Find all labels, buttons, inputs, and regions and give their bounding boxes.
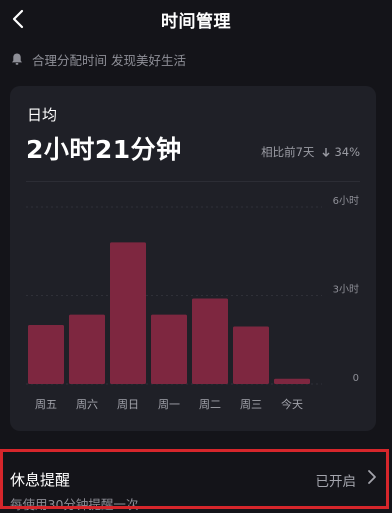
rest-reminder-subtitle: 每使用30分钟提醒一次 — [10, 497, 139, 512]
compare-info: 相比前7天 34% — [261, 144, 360, 160]
y-tick-label: 3小时 — [333, 284, 359, 296]
notice-text: 合理分配时间 发现美好生活 — [32, 52, 186, 68]
x-tick-label: 周日 — [117, 398, 139, 411]
compare-value: 34% — [334, 145, 360, 159]
chevron-right-icon — [368, 470, 376, 484]
bar-周日[interactable] — [110, 242, 146, 384]
page-title: 时间管理 — [161, 12, 231, 32]
compare-text: 相比前7天 — [261, 145, 315, 159]
y-tick-label: 0 — [353, 373, 359, 384]
arrow-down-icon — [322, 148, 330, 157]
x-tick-label: 周二 — [199, 398, 221, 411]
rest-reminder-title: 休息提醒 — [10, 471, 71, 489]
bar-周三[interactable] — [233, 326, 269, 384]
rest-reminder-row[interactable]: 休息提醒 已开启 每使用30分钟提醒一次 — [0, 452, 392, 512]
notice-bar: 合理分配时间 发现美好生活 — [10, 49, 186, 69]
x-tick-label: 周六 — [76, 398, 98, 411]
bar-周六[interactable] — [69, 314, 105, 384]
x-tick-label: 周五 — [35, 398, 57, 411]
rest-reminder-status: 已开启 — [315, 474, 357, 490]
app-header: 时间管理 — [0, 0, 392, 40]
daily-average-value: 2小时21分钟 — [26, 135, 182, 164]
card-divider — [26, 181, 360, 182]
bell-icon — [12, 53, 22, 65]
bar-周五[interactable] — [28, 325, 64, 384]
usage-card: 日均 2小时21分钟 相比前7天 34% 6小时 3小时 0 周五 周六 周日 周一 周二 周三… — [10, 86, 376, 431]
y-tick-label: 6小时 — [333, 195, 359, 207]
x-tick-label: 周三 — [240, 398, 262, 411]
x-tick-label: 周一 — [158, 398, 180, 411]
usage-bar-chart: 6小时 3小时 0 周五 周六 周日 周一 周二 周三 今天 — [26, 195, 359, 411]
daily-average-label: 日均 — [27, 106, 58, 124]
bar-今天[interactable] — [274, 378, 310, 384]
bar-周一[interactable] — [151, 314, 187, 384]
bar-周二[interactable] — [192, 298, 228, 384]
x-tick-label: 今天 — [281, 397, 303, 411]
